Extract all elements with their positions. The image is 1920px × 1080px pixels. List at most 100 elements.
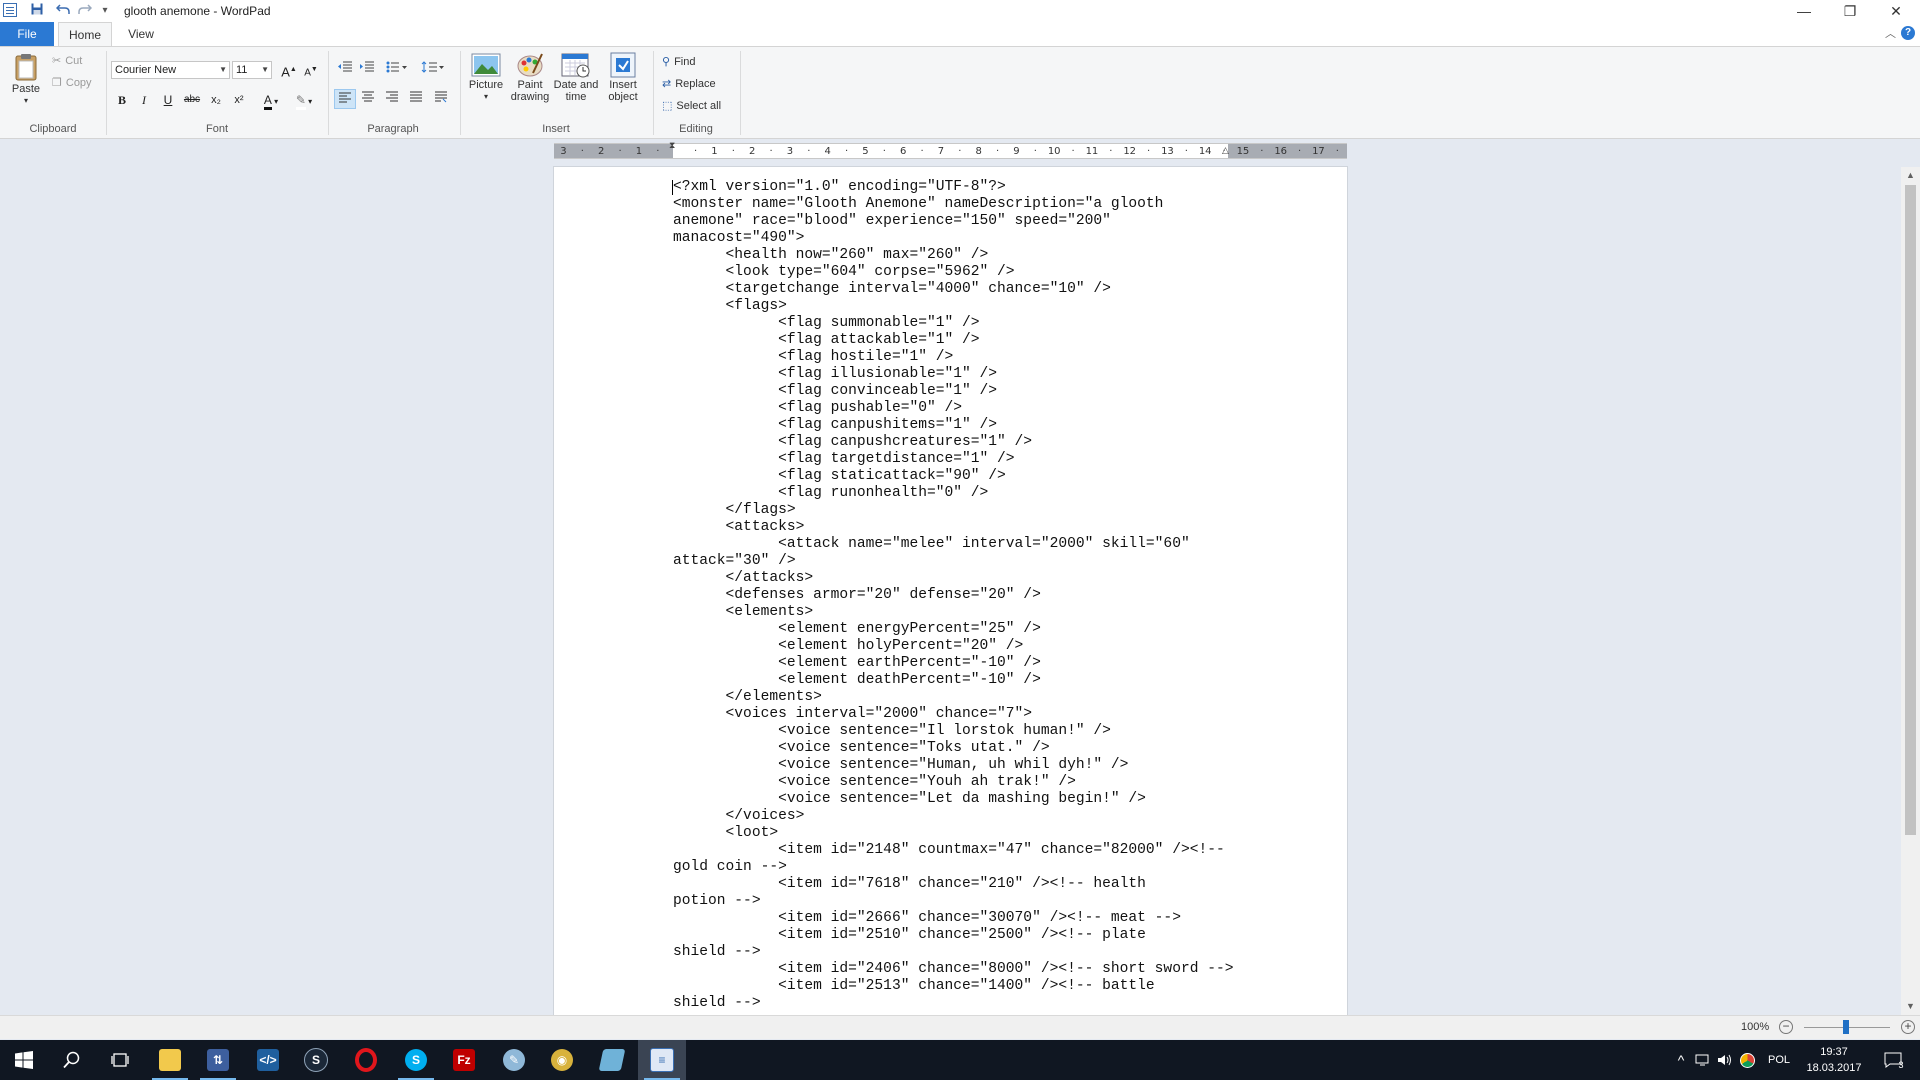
network-status-icon[interactable] bbox=[1694, 1040, 1712, 1080]
decrease-indent-icon[interactable] bbox=[334, 59, 356, 79]
filezilla-icon: Fz bbox=[453, 1049, 475, 1071]
task-view-button[interactable] bbox=[96, 1040, 144, 1080]
taskbar-file-explorer[interactable] bbox=[146, 1040, 194, 1080]
ruler-mark: · bbox=[995, 145, 1000, 157]
restore-button[interactable]: ❐ bbox=[1827, 0, 1873, 22]
taskbar-wordpad[interactable]: ≡ bbox=[638, 1040, 686, 1080]
zoom-slider-thumb[interactable] bbox=[1843, 1020, 1849, 1034]
vertical-scrollbar[interactable]: ▲ ▼ bbox=[1901, 167, 1920, 1015]
font-size-select[interactable]: 11 ▼ bbox=[232, 61, 272, 79]
ruler-mark: · bbox=[1184, 145, 1188, 157]
start-button[interactable] bbox=[0, 1040, 48, 1080]
zoom-out-button[interactable]: − bbox=[1779, 1020, 1793, 1034]
tab-home[interactable]: Home bbox=[58, 22, 112, 46]
chevron-down-icon: ▾ bbox=[483, 92, 488, 101]
tray-overflow-chevron[interactable]: ^ bbox=[1672, 1040, 1690, 1080]
horizontal-ruler[interactable]: 3 · 2 · 1 · · 1 · 2 · 3 · 4 · 5 · 6 · 7 · 8 · 9 · 10 · 11 · 12 · 13 · 14 ·… bbox=[554, 141, 1347, 159]
ruler-mark: 2 bbox=[598, 145, 605, 157]
grow-font-button[interactable]: A▲ bbox=[278, 60, 300, 80]
document-page[interactable]: <?xml version="1.0" encoding="UTF-8"?> <… bbox=[554, 167, 1347, 1015]
ruler-mark: 15 bbox=[1236, 145, 1250, 157]
line-spacing-icon[interactable] bbox=[418, 59, 448, 79]
palette-icon: ✎ bbox=[503, 1049, 525, 1071]
document-text[interactable]: <?xml version="1.0" encoding="UTF-8"?> <… bbox=[673, 179, 1234, 1012]
paste-button[interactable]: Paste ▾ bbox=[8, 53, 44, 107]
taskbar: ⇅ </> S S Fz ✎ ◉ ≡ ^ POL 19:37 18.03.201… bbox=[0, 1040, 1920, 1080]
highlight-button[interactable]: ✎ ▾ bbox=[290, 90, 318, 110]
volume-icon[interactable] bbox=[1716, 1040, 1734, 1080]
paste-dropdown-icon[interactable]: ▾ bbox=[8, 95, 44, 107]
ruler-mark: · bbox=[580, 145, 584, 157]
ruler-mark: · bbox=[1297, 145, 1302, 157]
search-button[interactable] bbox=[48, 1040, 96, 1080]
taskbar-steam[interactable]: S bbox=[292, 1040, 340, 1080]
ruler-mark: · bbox=[769, 145, 773, 157]
find-button[interactable]: ⚲ Find bbox=[662, 55, 695, 68]
subscript-button[interactable]: x₂ bbox=[205, 90, 227, 110]
scroll-down-icon[interactable]: ▼ bbox=[1901, 998, 1920, 1015]
bullets-icon[interactable] bbox=[382, 59, 412, 79]
network-icon: ⇅ bbox=[207, 1049, 229, 1071]
date-time-button[interactable]: Date and time bbox=[552, 51, 600, 103]
taskbar-code-editor[interactable]: </> bbox=[244, 1040, 292, 1080]
paint-drawing-button[interactable]: Paint drawing bbox=[508, 51, 552, 103]
taskbar-opera[interactable] bbox=[342, 1040, 390, 1080]
help-icon[interactable]: ? bbox=[1901, 26, 1915, 40]
paragraph-group-label: Paragraph bbox=[367, 123, 419, 135]
taskbar-filezilla[interactable]: Fz bbox=[440, 1040, 488, 1080]
insert-object-button[interactable]: Insert object bbox=[602, 51, 644, 103]
tab-file[interactable]: File bbox=[0, 22, 54, 46]
datetime-label-line2: time bbox=[565, 91, 587, 103]
right-indent-marker[interactable]: △ bbox=[1222, 146, 1229, 156]
align-left-icon[interactable] bbox=[334, 89, 356, 109]
undo-icon[interactable] bbox=[54, 2, 72, 20]
redo-icon[interactable] bbox=[76, 2, 94, 20]
tab-view[interactable]: View bbox=[116, 22, 166, 46]
justify-icon[interactable] bbox=[405, 89, 427, 109]
taskbar-game-client[interactable]: ◉ bbox=[538, 1040, 586, 1080]
collapse-ribbon-icon[interactable]: ︿ bbox=[1885, 25, 1896, 41]
select-all-button[interactable]: ⬚ Select all bbox=[662, 99, 721, 112]
shrink-font-icon: A bbox=[304, 67, 311, 79]
copy-button[interactable]: ❐ Copy bbox=[52, 77, 92, 89]
chevron-down-icon: ▼ bbox=[219, 65, 227, 74]
ruler-mark: · bbox=[693, 145, 698, 157]
scroll-up-icon[interactable]: ▲ bbox=[1901, 167, 1920, 184]
shrink-font-button[interactable]: A▼ bbox=[300, 60, 322, 80]
clipboard-group-label: Clipboard bbox=[29, 123, 77, 135]
taskbar-skype[interactable]: S bbox=[392, 1040, 440, 1080]
picture-button[interactable]: Picture ▾ bbox=[464, 51, 508, 103]
align-center-icon[interactable] bbox=[357, 89, 379, 109]
close-button[interactable]: ✕ bbox=[1873, 0, 1919, 22]
save-icon[interactable] bbox=[28, 2, 46, 20]
cut-button[interactable]: ✂ Cut bbox=[52, 55, 82, 67]
input-language[interactable]: POL bbox=[1762, 1040, 1796, 1080]
left-indent-marker[interactable]: ⧗ bbox=[669, 141, 675, 151]
taskbar-paint[interactable]: ✎ bbox=[490, 1040, 538, 1080]
bold-button[interactable]: B bbox=[111, 90, 133, 110]
align-right-icon[interactable] bbox=[381, 89, 403, 109]
customize-quick-access-button[interactable]: ▾ bbox=[96, 2, 114, 20]
superscript-button[interactable]: x² bbox=[228, 90, 250, 110]
paragraph-settings-icon[interactable] bbox=[430, 89, 452, 109]
ruler-mark: · bbox=[920, 145, 924, 157]
highlight-icon: ✎ bbox=[295, 93, 306, 110]
action-center-button[interactable]: 3 bbox=[1874, 1040, 1914, 1080]
font-family-select[interactable]: Courier New ▼ bbox=[111, 61, 230, 79]
replace-button[interactable]: ⇄ Replace bbox=[662, 77, 716, 90]
strikethrough-button[interactable]: abc bbox=[181, 90, 203, 110]
italic-button[interactable]: I bbox=[133, 90, 155, 110]
scrollbar-thumb[interactable] bbox=[1905, 185, 1916, 835]
underline-button[interactable]: U bbox=[157, 90, 179, 110]
zoom-in-button[interactable]: + bbox=[1901, 1020, 1915, 1034]
text-color-button[interactable]: A ▾ bbox=[257, 90, 285, 110]
picture-label: Picture bbox=[468, 79, 504, 91]
minimize-button[interactable]: — bbox=[1781, 0, 1827, 22]
taskbar-notes[interactable] bbox=[588, 1040, 636, 1080]
increase-indent-icon[interactable] bbox=[356, 59, 378, 79]
ruler-mark: · bbox=[882, 145, 886, 157]
taskbar-network-tool[interactable]: ⇅ bbox=[194, 1040, 242, 1080]
wordpad-app-icon[interactable] bbox=[3, 3, 17, 17]
system-clock[interactable]: 19:37 18.03.2017 bbox=[1804, 1044, 1864, 1076]
chrome-tray-icon[interactable] bbox=[1738, 1040, 1756, 1080]
